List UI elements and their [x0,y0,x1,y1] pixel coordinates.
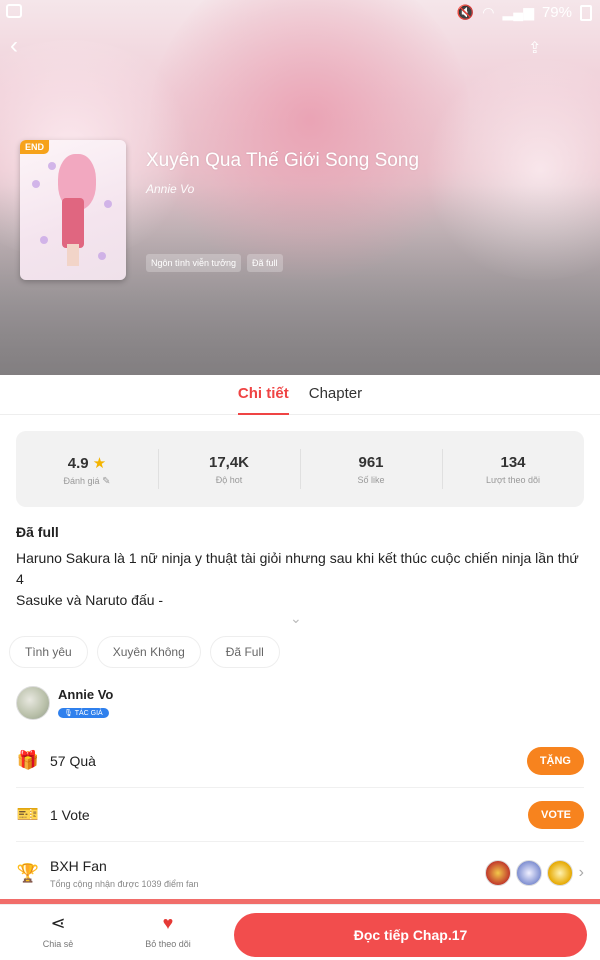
share-icon: ⋖ [50,913,66,933]
likes-value: 961 [358,454,384,471]
book-tag[interactable]: Ngôn tình viễn tưởng [146,254,241,272]
gift-row: 🎁 57 Quà TẶNG [16,734,584,788]
description-line: Sasuke và Naruto đấu - [16,592,164,608]
stat-followers: 134 Lượt theo dõi [442,431,584,507]
tab-details[interactable]: Chi tiết [237,375,289,415]
genre-tags: Tình yêu Xuyên Không Đã Full [9,636,280,668]
book-tag[interactable]: Đã full [246,254,283,272]
unfollow-button[interactable]: ♥ Bỏ theo dõi [138,913,198,949]
share-top-icon[interactable]: ⇪ [528,38,548,58]
fan-avatar[interactable] [484,860,511,886]
stat-likes: 961 Số like [300,431,442,507]
share-label: Chia sẻ [42,939,74,949]
gift-count: 57 Quà [50,752,96,769]
back-icon[interactable]: ‹ [10,34,34,58]
continue-reading-button[interactable]: Đọc tiếp Chap.17 [234,913,587,957]
chevron-down-icon[interactable]: ⌄ [290,610,304,626]
heart-icon: ♥ [162,913,174,933]
hot-value: 17,4K [208,454,250,471]
fan-title: BXH Fan [50,857,107,874]
followers-label: Lượt theo dõi [486,475,540,485]
description-line: Haruno Sakura là 1 nữ ninja y thuật tài … [16,550,579,587]
fan-avatar[interactable] [546,860,573,886]
petal [40,236,48,244]
mute-icon: 🔇 [456,4,475,20]
book-title: Xuyên Qua Thế Giới Song Song [146,150,420,171]
description-status: Đã full [16,524,59,540]
rating-label: Đánh giá [63,476,100,486]
fan-avatars [484,860,573,886]
end-badge: END [20,140,50,154]
signal-icon: ▂▄▆ [502,4,534,20]
battery-icon [580,4,592,21]
author-badge: 🎙 TÁC GIẢ [58,707,109,718]
bottom-bar: ⋖ Chia sẻ ♥ Bỏ theo dõi Đọc tiếp Chap.17 [0,904,600,960]
book-cover: END [20,140,126,280]
fan-ranking-row[interactable]: 🏆 BXH Fan Tổng cộng nhận được 1039 điểm … [16,846,584,900]
author-row[interactable]: Annie Vo 🎙 TÁC GIẢ [16,686,113,720]
author-name: Annie Vo [58,686,114,702]
genre-tag[interactable]: Đã Full [209,636,280,668]
fan-avatar[interactable] [515,860,542,886]
petal [32,180,40,188]
gift-icon: 🎁 [16,750,40,770]
petal [98,252,106,260]
book-author[interactable]: Annie Vo [146,182,194,196]
petal [104,200,112,208]
petal [48,162,56,170]
hero-banner: 🔇 ◠ ▂▄▆ 79% ‹ ⇪ END Xuyên Qua Thế Giới S… [0,0,600,375]
edit-icon: ✎ [102,476,111,487]
genre-tag[interactable]: Tình yêu [9,636,88,668]
unfollow-label: Bỏ theo dõi [145,939,191,949]
trophy-icon: 🏆 [16,862,40,883]
genre-tag[interactable]: Xuyên Không [96,636,201,668]
stat-hot: 17,4K Độ hot [158,431,300,507]
wifi-icon: ◠ [482,4,495,20]
status-bar: 🔇 ◠ ▂▄▆ 79% [0,0,600,26]
cover-figure-body [62,198,84,248]
stats-panel: 4.9 ★ Đánh giá ✎ 17,4K Độ hot 961 Số lik… [16,431,584,507]
likes-label: Số like [357,475,385,485]
tab-chapter[interactable]: Chapter [309,375,362,414]
battery-level: 79% [541,4,572,21]
gift-button[interactable]: TẶNG [526,746,584,775]
hot-label: Độ hot [215,475,243,485]
avatar[interactable] [16,686,50,720]
author-badge-label: TÁC GIẢ [74,709,103,717]
share-button[interactable]: ⋖ Chia sẻ [28,913,88,949]
stat-rating[interactable]: 4.9 ★ Đánh giá ✎ [16,431,158,507]
status-icons: 🔇 ◠ ▂▄▆ 79% [457,4,592,21]
tab-bar: Chi tiết Chapter [0,375,600,415]
description-text[interactable]: Haruno Sakura là 1 nữ ninja y thuật tài … [16,548,588,611]
vote-ticket-icon: 🎫 [16,804,40,824]
book-tags: Ngôn tình viễn tưởng Đã full [146,254,283,272]
notification-icon [6,4,22,18]
star-icon: ★ [92,455,107,472]
fan-subtitle: Tổng cộng nhận được 1039 điểm fan [50,878,199,889]
vote-button[interactable]: VOTE [528,800,584,829]
rating-value: 4.9 [67,455,89,472]
vote-count: 1 Vote [50,806,90,823]
vote-row: 🎫 1 Vote VOTE [16,788,584,842]
chevron-right-icon[interactable]: › [579,864,584,882]
cover-figure-legs [67,244,79,266]
followers-value: 134 [500,454,526,471]
